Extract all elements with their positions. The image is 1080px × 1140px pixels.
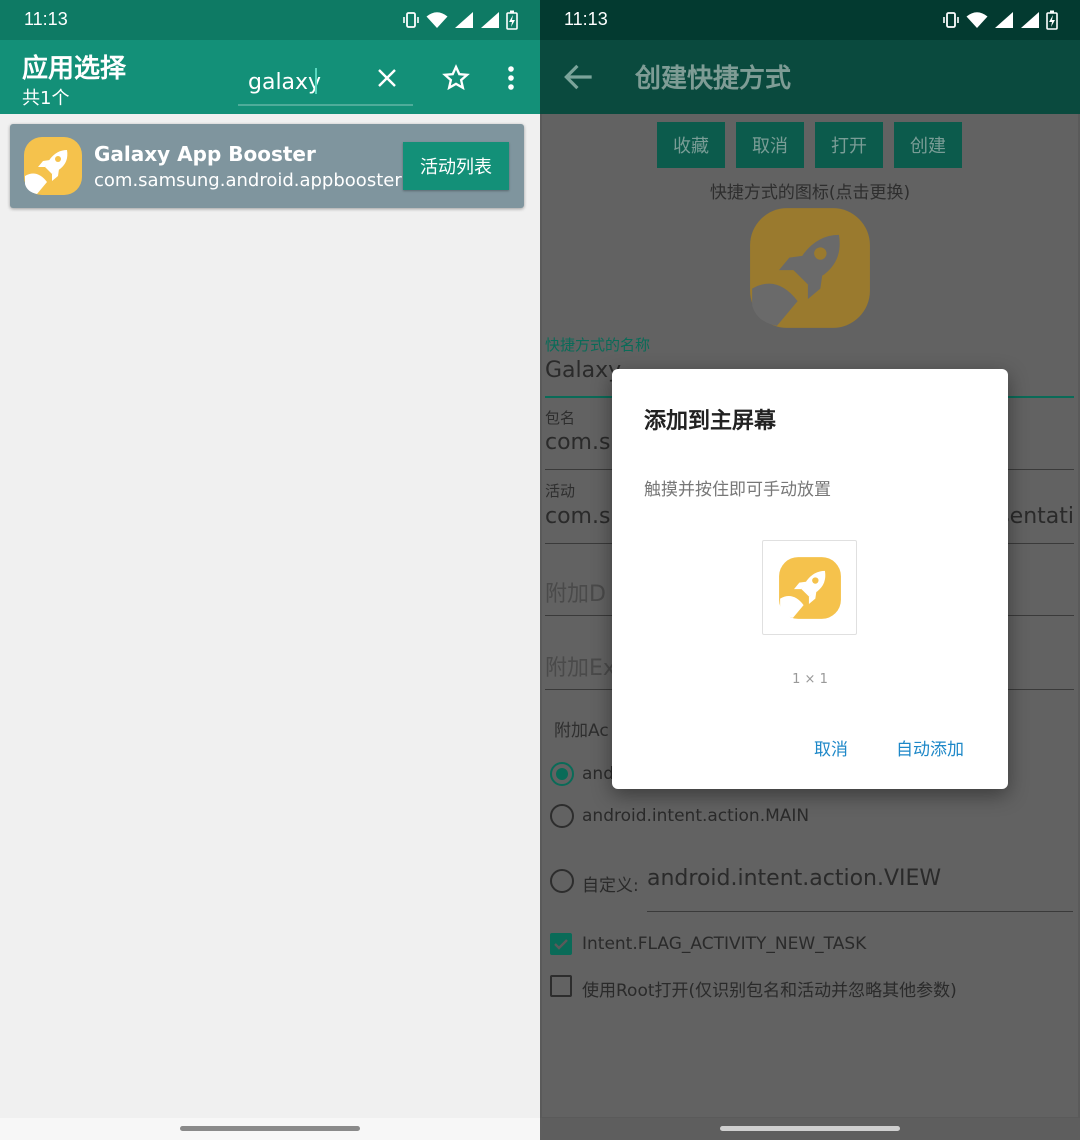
app-name: Galaxy App Booster xyxy=(94,142,316,166)
clear-search-button[interactable] xyxy=(369,60,405,96)
check-icon xyxy=(554,939,568,950)
status-bar: 11:13 xyxy=(0,0,540,40)
page-title: 创建快捷方式 xyxy=(635,64,792,94)
favorites-button[interactable] xyxy=(438,60,474,96)
home-gesture-handle[interactable] xyxy=(720,1126,900,1131)
more-vert-icon xyxy=(508,66,514,90)
new-task-checkbox[interactable] xyxy=(550,933,572,955)
status-bar: 11:13 xyxy=(540,0,1080,40)
page-title: 应用选择 xyxy=(22,54,127,84)
create-button[interactable]: 创建 xyxy=(894,122,962,168)
new-task-label: Intent.FLAG_ACTIVITY_NEW_TASK xyxy=(582,934,867,954)
vibrate-icon xyxy=(403,12,419,28)
navigation-bar xyxy=(0,1118,540,1140)
shortcut-name-label: 快捷方式的名称 xyxy=(545,336,651,354)
custom-action-field[interactable]: android.intent.action.VIEW xyxy=(647,866,1073,912)
app-icon xyxy=(23,136,83,196)
rocket-app-icon xyxy=(750,208,870,328)
root-open-label: 使用Root打开(仅识别包名和活动并忽略其他参数) xyxy=(582,981,957,1001)
back-button[interactable] xyxy=(560,58,598,96)
activity-label: 活动 xyxy=(545,482,576,500)
app-bar: 应用选择 共1个 xyxy=(0,40,540,114)
signal-icon xyxy=(1021,12,1039,28)
action-radio-selected[interactable] xyxy=(550,762,574,786)
battery-charging-icon xyxy=(1046,10,1058,30)
app-package: com.samsung.android.appbooster xyxy=(94,170,402,191)
overflow-menu-button[interactable] xyxy=(493,60,529,96)
dialog-cancel-button[interactable]: 取消 xyxy=(814,735,848,760)
vibrate-icon xyxy=(943,12,959,28)
shortcut-icon[interactable] xyxy=(748,206,872,330)
battery-charging-icon xyxy=(506,10,518,30)
custom-action-radio[interactable] xyxy=(550,869,574,893)
dialog-title: 添加到主屏幕 xyxy=(644,409,777,434)
add-to-home-dialog: 添加到主屏幕 触摸并按住即可手动放置 1 × 1 取消 自动添加 xyxy=(612,369,1008,789)
app-picker-screen: 11:13 应用选择 共1个 galaxy Galaxy App Booster… xyxy=(0,0,540,1140)
widget-size: 1 × 1 xyxy=(792,672,828,687)
open-button[interactable]: 打开 xyxy=(815,122,883,168)
activity-list-button[interactable]: 活动列表 xyxy=(403,142,509,190)
close-icon xyxy=(378,69,396,87)
app-list-item[interactable]: Galaxy App Booster com.samsung.android.a… xyxy=(10,124,524,208)
package-label: 包名 xyxy=(545,409,576,427)
navigation-bar xyxy=(540,1118,1080,1140)
app-bar: 创建快捷方式 xyxy=(540,40,1080,114)
star-outline-icon xyxy=(442,64,470,91)
dialog-message: 触摸并按住即可手动放置 xyxy=(644,480,831,500)
result-count: 共1个 xyxy=(22,88,70,109)
arrow-back-icon xyxy=(564,64,592,90)
favorite-button[interactable]: 收藏 xyxy=(657,122,725,168)
rocket-app-icon xyxy=(779,557,841,619)
root-open-checkbox[interactable] xyxy=(550,975,572,997)
action-main-radio[interactable] xyxy=(550,804,574,828)
rocket-app-icon xyxy=(24,137,82,195)
shortcut-preview[interactable] xyxy=(762,540,857,635)
extra-action-label: 附加Ac xyxy=(554,721,609,741)
signal-icon xyxy=(481,12,499,28)
cancel-button[interactable]: 取消 xyxy=(736,122,804,168)
wifi-icon xyxy=(426,12,448,28)
action-main-label: android.intent.action.MAIN xyxy=(582,806,810,826)
action-option-label: and xyxy=(582,764,614,784)
status-time: 11:13 xyxy=(564,9,608,29)
icon-hint: 快捷方式的图标(点击更换) xyxy=(709,183,911,203)
home-gesture-handle[interactable] xyxy=(180,1126,360,1131)
text-caret xyxy=(315,68,317,94)
signal-icon xyxy=(995,12,1013,28)
wifi-icon xyxy=(966,12,988,28)
auto-add-button[interactable]: 自动添加 xyxy=(896,735,964,760)
create-shortcut-screen: 11:13 创建快捷方式 收藏 取消 打开 创建 快捷方式的图标(点击更换) 快… xyxy=(540,0,1080,1140)
custom-action-prefix: 自定义: xyxy=(582,876,639,896)
status-time: 11:13 xyxy=(24,9,68,29)
signal-icon xyxy=(455,12,473,28)
